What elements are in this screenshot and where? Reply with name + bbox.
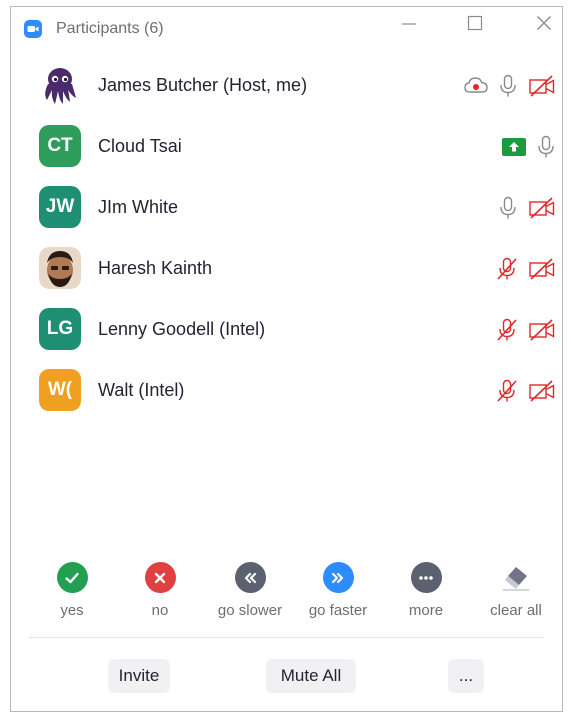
video-off-icon bbox=[529, 319, 555, 341]
minimize-icon bbox=[402, 23, 416, 25]
footer-divider bbox=[29, 637, 544, 638]
zoom-app-icon bbox=[24, 20, 42, 38]
video-off-icon bbox=[529, 75, 555, 97]
reaction-label: yes bbox=[60, 602, 84, 619]
avatar bbox=[39, 247, 81, 289]
video-off-icon bbox=[529, 197, 555, 219]
microphone-icon bbox=[500, 74, 516, 97]
face-photo-icon bbox=[39, 247, 81, 289]
participant-list: James Butcher (Host, me) CT Cloud Tsai J… bbox=[11, 55, 562, 421]
video-off-icon bbox=[529, 258, 555, 280]
avatar: LG bbox=[39, 308, 81, 350]
reaction-label: go faster bbox=[308, 602, 368, 619]
reaction-clear-all[interactable]: clear all bbox=[471, 562, 561, 619]
participant-status-icons bbox=[502, 134, 556, 160]
reaction-label: go slower bbox=[217, 602, 283, 619]
octopus-avatar-icon bbox=[45, 68, 76, 104]
participant-row[interactable]: W( Walt (Intel) bbox=[11, 360, 562, 421]
nonverbal-feedback-bar: yes no go slower go faster more clear al… bbox=[11, 562, 562, 632]
maximize-icon bbox=[467, 15, 483, 31]
avatar-initials: W( bbox=[47, 379, 73, 400]
video-off-icon bbox=[529, 380, 555, 402]
more-options-button[interactable]: ... bbox=[448, 659, 484, 693]
invite-button[interactable]: Invite bbox=[108, 659, 170, 693]
window-title: Participants (6) bbox=[56, 20, 164, 37]
cloud-record-icon bbox=[464, 77, 488, 93]
eraser-icon bbox=[501, 562, 532, 593]
microphone-icon bbox=[538, 135, 554, 158]
participant-row[interactable]: James Butcher (Host, me) bbox=[11, 55, 562, 116]
close-button[interactable] bbox=[524, 15, 564, 43]
checkmark-icon bbox=[56, 562, 88, 593]
fast-forward-icon bbox=[322, 562, 354, 593]
participant-name: JIm White bbox=[98, 197, 179, 217]
participant-name: Walt (Intel) bbox=[98, 380, 185, 400]
avatar bbox=[39, 64, 81, 106]
reaction-label: clear all bbox=[490, 602, 542, 619]
microphone-muted-icon bbox=[497, 318, 517, 341]
participant-name: Cloud Tsai bbox=[98, 136, 182, 156]
x-icon bbox=[144, 562, 176, 593]
avatar-initials: LG bbox=[46, 318, 74, 339]
participant-status-icons bbox=[464, 73, 556, 99]
participant-status-icons bbox=[496, 378, 556, 404]
participant-name: James Butcher (Host, me) bbox=[98, 75, 308, 95]
participant-name: Lenny Goodell (Intel) bbox=[98, 319, 266, 339]
avatar: CT bbox=[39, 125, 81, 167]
microphone-muted-icon bbox=[497, 379, 517, 402]
mute-all-button[interactable]: Mute All bbox=[266, 659, 356, 693]
title-bar: Participants (6) bbox=[11, 7, 562, 51]
avatar-initials: JW bbox=[45, 196, 75, 217]
participant-row[interactable]: JW JIm White bbox=[11, 177, 562, 238]
participant-row[interactable]: CT Cloud Tsai bbox=[11, 116, 562, 177]
reaction-label: no bbox=[151, 602, 169, 619]
close-icon bbox=[537, 16, 551, 30]
participant-status-icons bbox=[496, 317, 556, 343]
reaction-go-faster[interactable]: go faster bbox=[293, 562, 383, 619]
reaction-more[interactable]: more bbox=[381, 562, 471, 619]
participant-row[interactable]: Haresh Kainth bbox=[11, 238, 562, 299]
avatar-initials: CT bbox=[47, 135, 73, 156]
avatar: W( bbox=[39, 369, 81, 411]
participant-status-icons bbox=[496, 256, 556, 282]
participants-window: Participants (6) James Butcher (Host, me… bbox=[10, 6, 563, 712]
participant-row[interactable]: LG Lenny Goodell (Intel) bbox=[11, 299, 562, 360]
avatar: JW bbox=[39, 186, 81, 228]
rewind-icon bbox=[234, 562, 266, 593]
participant-name: Haresh Kainth bbox=[98, 258, 213, 278]
participant-status-icons bbox=[498, 195, 556, 221]
reaction-yes[interactable]: yes bbox=[27, 562, 117, 619]
microphone-muted-icon bbox=[497, 257, 517, 280]
microphone-icon bbox=[500, 196, 516, 219]
minimize-button[interactable] bbox=[389, 15, 429, 43]
ellipsis-icon bbox=[410, 562, 442, 593]
screen-share-icon bbox=[502, 138, 526, 156]
maximize-button[interactable] bbox=[455, 15, 495, 43]
reaction-label: more bbox=[408, 602, 444, 619]
reaction-go-slower[interactable]: go slower bbox=[205, 562, 295, 619]
reaction-no[interactable]: no bbox=[115, 562, 205, 619]
